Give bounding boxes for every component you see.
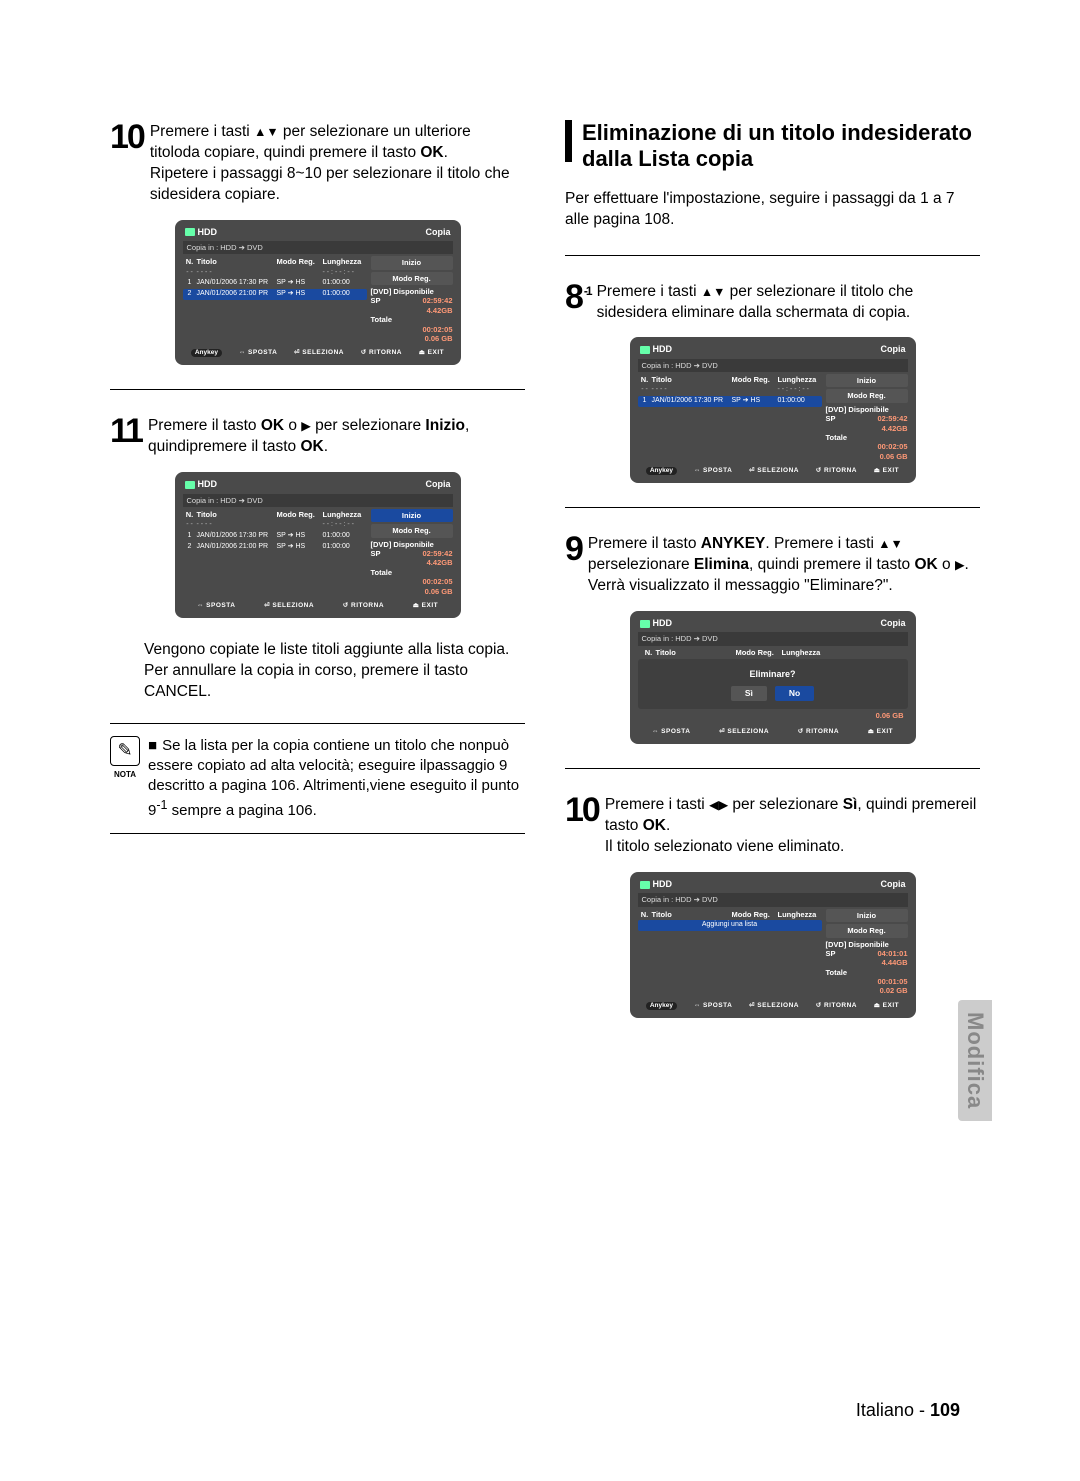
left-column: 10 Premere i tasti per selezionare un ul… bbox=[110, 120, 525, 1040]
device-screen-1: HDD Copia Copia in : HDD ➔ DVD N. Titolo… bbox=[175, 220, 461, 366]
step-11: 11 Premere il tasto OK o per selezionare… bbox=[110, 414, 525, 458]
step-8: 8-1 Premere i tasti per selezionare il t… bbox=[565, 280, 980, 324]
hdd-icon bbox=[185, 481, 195, 489]
step-number: 11 bbox=[110, 414, 142, 448]
section-heading: Eliminazione di un titolo indesiderato d… bbox=[565, 120, 980, 173]
step-text: Premere il tasto ANYKEY. Premere i tasti… bbox=[588, 532, 980, 597]
right-column: Eliminazione di un titolo indesiderato d… bbox=[565, 120, 980, 1040]
note-text: ■ Se la lista per la copia contiene un t… bbox=[148, 736, 525, 821]
heading-bar-icon bbox=[565, 120, 572, 162]
device-screen-4: HDD Copia Copia in : HDD ➔ DVD N. Titolo… bbox=[630, 611, 916, 744]
hdd-icon bbox=[640, 620, 650, 628]
hdd-icon bbox=[640, 881, 650, 889]
device-screen-2: HDD Copia Copia in : HDD ➔ DVD N. Titolo… bbox=[175, 472, 461, 618]
step-text: Premere i tasti per selezionare Sì, quin… bbox=[605, 793, 980, 858]
step-10-right: 10 Premere i tasti per selezionare Sì, q… bbox=[565, 793, 980, 858]
dialog-no-button[interactable]: No bbox=[775, 686, 814, 701]
hdd-icon bbox=[185, 228, 195, 236]
step-number: 9 bbox=[565, 532, 582, 566]
device-screen-3: HDD Copia Copia in : HDD ➔ DVD N. Titolo… bbox=[630, 337, 916, 483]
note-label: NOTA bbox=[114, 770, 136, 779]
dialog-yes-button[interactable]: Sì bbox=[731, 686, 767, 701]
step-number: 10 bbox=[565, 793, 599, 827]
after-step-11-text: Vengono copiate le liste titoli aggiunte… bbox=[144, 640, 525, 703]
section-intro: Per effettuare l'impostazione, seguire i… bbox=[565, 189, 980, 231]
step-9: 9 Premere il tasto ANYKEY. Premere i tas… bbox=[565, 532, 980, 597]
device-screen-5: HDD Copia Copia in : HDD ➔ DVD N. Titolo… bbox=[630, 872, 916, 1018]
note-icon: ✎ bbox=[110, 736, 140, 766]
step-number: 10 bbox=[110, 120, 144, 154]
step-number: 8-1 bbox=[565, 280, 591, 314]
note-block: ✎ NOTA ■ Se la lista per la copia contie… bbox=[110, 723, 525, 834]
step-text: Premere i tasti per selezionare un ulter… bbox=[150, 120, 525, 206]
step-text: Premere i tasti per selezionare il titol… bbox=[597, 280, 980, 324]
hdd-icon bbox=[640, 346, 650, 354]
step-text: Premere il tasto OK o per selezionare In… bbox=[148, 414, 525, 458]
step-10-left: 10 Premere i tasti per selezionare un ul… bbox=[110, 120, 525, 206]
page-footer: Italiano - 109 bbox=[856, 1400, 960, 1421]
side-tab: Modifica bbox=[958, 1000, 992, 1121]
